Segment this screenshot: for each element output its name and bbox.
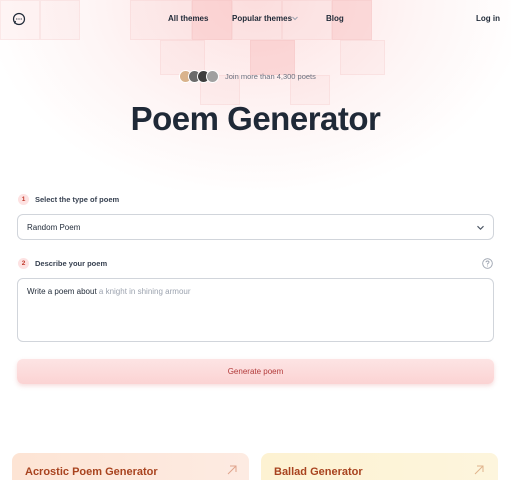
social-proof: Join more than 4,300 poets <box>179 68 316 84</box>
textarea-placeholder: a knight in shining armour <box>98 287 191 296</box>
step-2-label: Describe your poem <box>35 259 108 268</box>
textarea-prefix: Write a poem about <box>27 287 97 296</box>
social-proof-text: Join more than 4,300 poets <box>225 71 316 81</box>
grid-cell <box>340 40 385 75</box>
step-number-badge: 1 <box>18 194 29 205</box>
avatar <box>206 69 219 83</box>
login-link[interactable]: Log in <box>476 14 500 23</box>
step-2-header: 2 Describe your poem <box>18 258 107 269</box>
page-title: Poem Generator <box>130 100 381 137</box>
card-acrostic-poem-generator[interactable]: Acrostic Poem Generator <box>12 453 249 480</box>
generate-poem-button[interactable]: Generate poem <box>17 359 494 384</box>
question-circle-icon[interactable] <box>482 258 493 269</box>
poem-description-textarea[interactable]: Write a poem about a knight in shining a… <box>17 278 494 342</box>
chevron-down-icon <box>477 225 484 230</box>
arrow-up-right-icon <box>227 465 237 475</box>
nav-link-popular-themes[interactable]: Popular themes <box>232 14 292 23</box>
card-title: Acrostic Poem Generator <box>25 466 158 478</box>
card-title: Ballad Generator <box>274 466 363 478</box>
step-number-badge: 2 <box>18 258 29 269</box>
nav-link-all-themes[interactable]: All themes <box>168 14 208 23</box>
poem-type-value: Random Poem <box>27 223 81 232</box>
chevron-down-icon[interactable] <box>291 14 299 22</box>
textarea-content: Write a poem about a knight in shining a… <box>27 287 191 296</box>
chat-bubble-icon[interactable] <box>12 12 26 26</box>
poem-type-select[interactable]: Random Poem <box>17 214 494 240</box>
card-ballad-generator[interactable]: Ballad Generator <box>261 453 498 480</box>
step-1-label: Select the type of poem <box>35 195 120 204</box>
nav-link-blog[interactable]: Blog <box>326 14 344 23</box>
arrow-up-right-icon <box>474 465 484 475</box>
generate-poem-label: Generate poem <box>227 367 284 376</box>
top-nav: All themes Popular themes Blog Log in <box>0 0 511 38</box>
step-1-header: 1 Select the type of poem <box>18 194 119 205</box>
